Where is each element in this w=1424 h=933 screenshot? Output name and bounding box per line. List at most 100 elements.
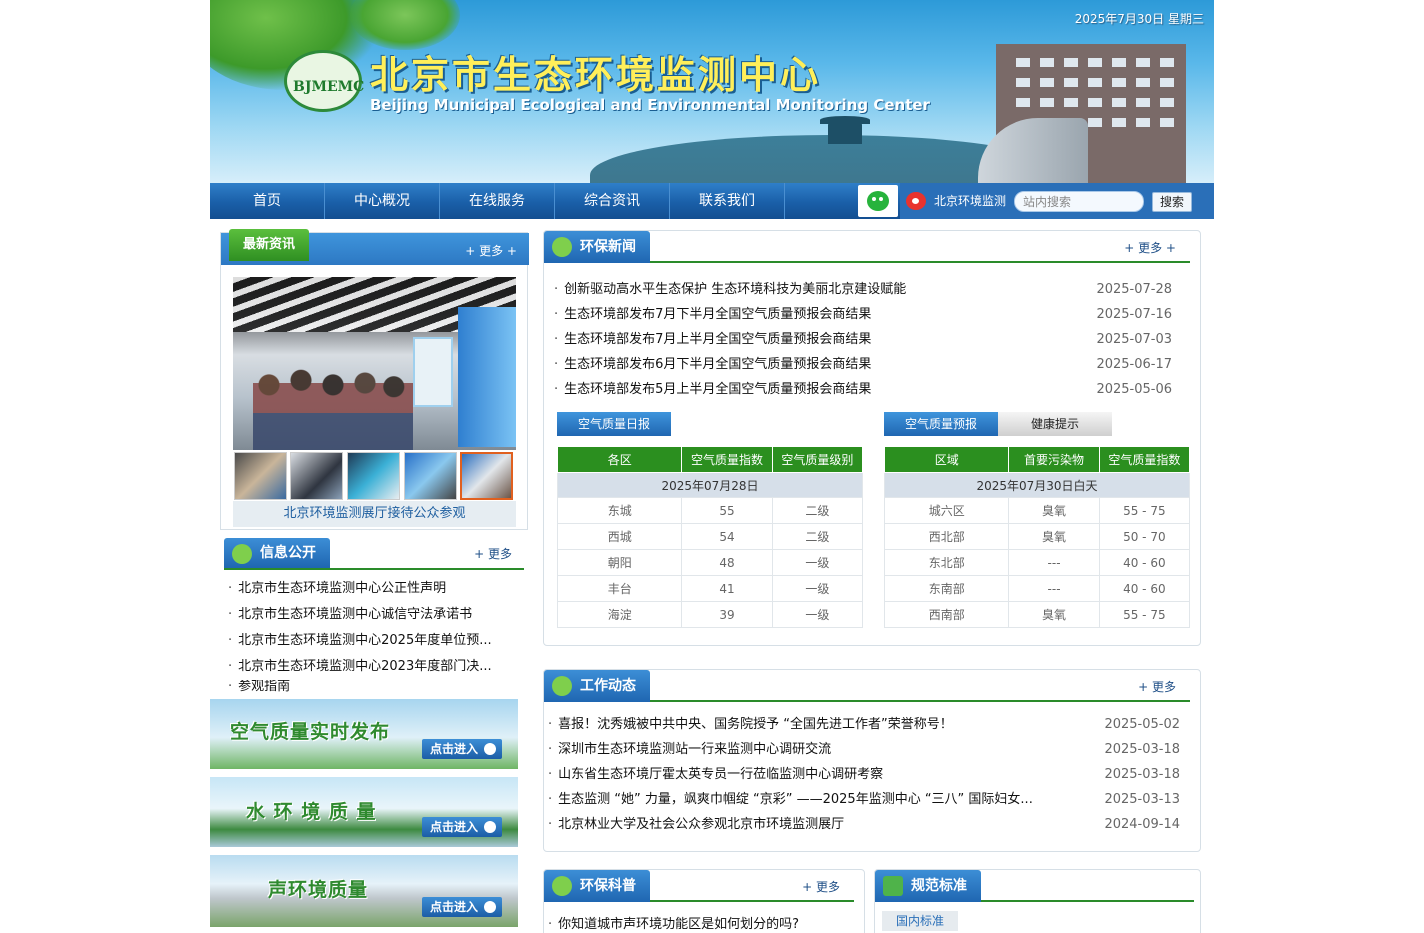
news-title: 山东省生态环境厅霍太英专员一行莅临监测中心调研考察 — [558, 767, 884, 782]
list-item[interactable]: · 参观指南 — [228, 680, 520, 694]
nav-about[interactable]: 中心概况 — [325, 183, 440, 219]
wechat-button[interactable] — [858, 185, 898, 217]
nav-home[interactable]: 首页 — [210, 183, 325, 219]
pagoda-decoration — [820, 116, 870, 144]
air-quality-banner[interactable]: 空气质量实时发布 点击进入 — [210, 699, 518, 769]
thumbnail[interactable] — [234, 452, 287, 500]
nav-news[interactable]: 综合资讯 — [555, 183, 670, 219]
news-item[interactable]: · 生态监测 “她” 力量，飒爽巾帼绽 “京彩” ——2025年监测中心 “三八”… — [548, 787, 1180, 812]
cell: 西北部 — [883, 523, 1010, 550]
noise-quality-banner[interactable]: 声环境质量 点击进入 — [210, 855, 518, 927]
latest-news-tab[interactable]: 最新资讯 — [229, 229, 310, 261]
nav-contact[interactable]: 联系我们 — [670, 183, 785, 219]
news-title: 生态监测 “她” 力量，飒爽巾帼绽 “京彩” ——2025年监测中心 “三八” … — [558, 792, 1033, 807]
cell: 一级 — [771, 549, 864, 576]
news-item[interactable]: · 生态环境部发布5月上半月全国空气质量预报会商结果 2025-05-06 — [554, 377, 1172, 402]
search-input[interactable] — [1014, 191, 1144, 212]
current-date: 2025年7月30日 星期三 — [1074, 12, 1204, 26]
table-row: 东南部 --- 40 - 60 — [883, 575, 1191, 602]
photo-wall — [458, 307, 516, 447]
col-header: 空气质量指数 — [681, 446, 773, 473]
news-item[interactable]: · 深圳市生态环境监测站一行来监测中心调研交流 2025-03-18 — [548, 737, 1180, 762]
table-row: 东城 55 二级 — [556, 497, 864, 524]
cell: --- — [1008, 575, 1100, 602]
water-quality-banner[interactable]: 水 环 境 质 量 点击进入 — [210, 777, 518, 847]
env-news-tab[interactable]: 环保新闻 — [544, 231, 650, 263]
cell: 二级 — [771, 497, 864, 524]
cell: 48 — [681, 549, 773, 576]
site-title: 北京市生态环境监测中心 — [370, 53, 822, 97]
list-item[interactable]: · 北京市生态环境监测中心2023年度部门决... — [228, 654, 520, 680]
cell: 东城 — [556, 497, 683, 524]
cell: 55 - 75 — [1098, 601, 1191, 628]
enter-button[interactable]: 点击进入 — [421, 897, 502, 917]
cell: 一级 — [771, 575, 864, 602]
col-header: 区域 — [883, 446, 1010, 473]
search-button[interactable]: 搜索 — [1152, 192, 1192, 212]
env-news-more[interactable]: + 更多 + — [1124, 239, 1176, 256]
news-item[interactable]: · 喜报！沈秀娥被中共中央、国务院授予 “全国先进工作者”荣誉称号！ 2025-05… — [548, 712, 1180, 737]
health-tips-tab[interactable]: 健康提示 — [998, 412, 1112, 436]
info-more[interactable]: + 更多 — [474, 545, 512, 562]
list-item[interactable]: · 北京市生态环境监测中心公正性声明 — [228, 576, 520, 602]
work-tab[interactable]: 工作动态 — [544, 670, 650, 702]
cell: 40 - 60 — [1098, 575, 1191, 602]
news-title: 生态环境部发布5月上半月全国空气质量预报会商结果 — [564, 382, 872, 397]
table-row: 东北部 --- 40 - 60 — [883, 549, 1191, 576]
aqi-daily-button[interactable]: 空气质量日报 — [557, 412, 671, 436]
work-more[interactable]: + 更多 — [1138, 678, 1176, 695]
news-item[interactable]: · 生态环境部发布7月下半月全国空气质量预报会商结果 2025-07-16 — [554, 302, 1172, 327]
news-item[interactable]: · 创新驱动高水平生态保护 生态环境科技为美丽北京建设赋能 2025-07-28 — [554, 277, 1172, 302]
list-item[interactable]: · 北京市生态环境监测中心诚信守法承诺书 — [228, 602, 520, 628]
weibo-link[interactable]: 北京环境监测 — [934, 183, 1006, 219]
sprout-icon — [552, 237, 572, 257]
work-list: · 喜报！沈秀娥被中共中央、国务院授予 “全国先进工作者”荣誉称号！ 2025-05… — [548, 712, 1180, 837]
info-tab[interactable]: 信息公开 — [224, 538, 330, 568]
news-item[interactable]: · 山东省生态环境厅霍太英专员一行莅临监测中心调研考察 2025-03-18 — [548, 762, 1180, 787]
cell: 54 — [681, 523, 773, 550]
news-date: 2025-07-16 — [1096, 307, 1172, 322]
col-header: 空气质量级别 — [771, 446, 864, 473]
recycle-icon — [883, 876, 903, 896]
featured-photo[interactable] — [233, 277, 516, 450]
thumbnail-active[interactable] — [460, 452, 513, 500]
weibo-icon[interactable] — [906, 192, 926, 210]
list-item[interactable]: · 北京市生态环境监测中心2025年度单位预... — [228, 628, 520, 654]
latest-news-more[interactable]: + 更多 + — [465, 242, 517, 259]
cell: 朝阳 — [556, 549, 683, 576]
table-row: 城六区 臭氧 55 - 75 — [883, 497, 1191, 524]
env-news-header: 环保新闻 + 更多 + — [544, 231, 1190, 263]
news-item[interactable]: · 生态环境部发布6月下半月全国空气质量预报会商结果 2025-06-17 — [554, 352, 1172, 377]
photo-display — [413, 337, 453, 407]
photo-crowd — [253, 357, 413, 450]
aqi-forecast-tab[interactable]: 空气质量预报 — [884, 412, 998, 436]
science-more[interactable]: + 更多 — [802, 878, 840, 895]
thumbnail[interactable] — [290, 452, 343, 500]
thumbnail[interactable] — [347, 452, 400, 500]
standards-tab[interactable]: 规范标准 — [875, 870, 981, 902]
cell: 50 - 70 — [1098, 523, 1191, 550]
science-tab[interactable]: 环保科普 — [544, 870, 650, 902]
news-item[interactable]: · 北京林业大学及社会公众参观北京市环境监测展厅 2024-09-14 — [548, 812, 1180, 837]
enter-button[interactable]: 点击进入 — [421, 739, 502, 759]
info-header: 信息公开 + 更多 — [224, 538, 524, 570]
enter-button[interactable]: 点击进入 — [421, 817, 502, 837]
science-list: · 你知道城市声环境功能区是如何划分的吗? — [548, 912, 854, 933]
news-item[interactable]: · 你知道城市声环境功能区是如何划分的吗? — [548, 912, 854, 933]
banner-title: 声环境质量 — [268, 879, 369, 901]
thumbnail[interactable] — [404, 452, 457, 500]
news-date: 2025-03-18 — [1104, 767, 1180, 782]
cell: --- — [1008, 549, 1100, 576]
site-title-en: Beijing Municipal Ecological and Environ… — [370, 96, 930, 114]
nav-services[interactable]: 在线服务 — [440, 183, 555, 219]
domestic-standards-tab[interactable]: 国内标准 — [882, 911, 959, 931]
aqi-forecast-table: 区域 首要污染物 空气质量指数 2025年07月30日白天 城六区 臭氧 55 - … — [883, 446, 1191, 628]
cell: 一级 — [771, 601, 864, 628]
news-item[interactable]: · 生态环境部发布7月上半月全国空气质量预报会商结果 2025-07-03 — [554, 327, 1172, 352]
cell: 东南部 — [883, 575, 1010, 602]
item-title: 北京市生态环境监测中心公正性声明 — [238, 581, 447, 596]
table-row: 朝阳 48 一级 — [556, 549, 864, 576]
photo-caption[interactable]: 北京环境监测展厅接待公众参观 — [233, 501, 516, 527]
cell: 55 — [681, 497, 773, 524]
logo[interactable]: BJMEMC — [284, 50, 364, 112]
